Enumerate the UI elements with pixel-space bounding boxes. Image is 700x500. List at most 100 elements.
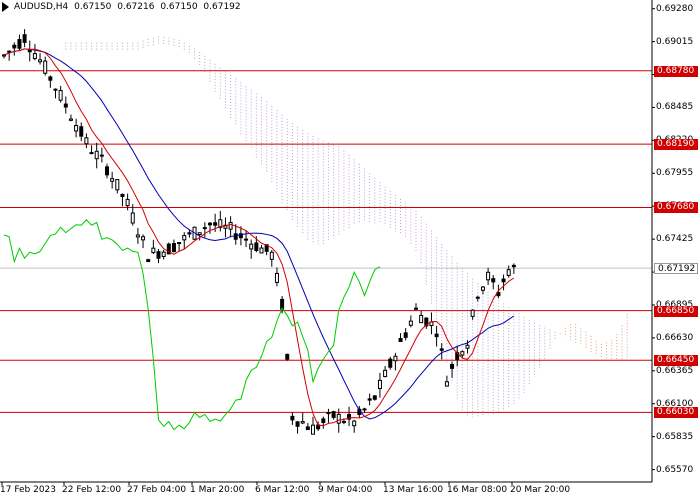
chart-menu-icon[interactable] [2,2,9,12]
candle-body [94,150,99,160]
chart-canvas[interactable] [0,0,700,500]
candle-body [439,348,444,351]
chikou-line [3,219,381,431]
level-price-box: 0.66850 [654,305,698,317]
candle-body [110,178,115,182]
candle-body [130,212,135,224]
candle-body [32,53,37,59]
level-price-box: 0.68780 [654,65,698,77]
price-tick-label: 0.69015 [656,36,694,47]
price-tick-label: 0.65570 [656,464,694,475]
candle-body [367,398,372,401]
candle-body [125,198,130,207]
candle-body [53,88,58,91]
candle-body [285,353,290,360]
tenkan-line [3,48,515,427]
candle-body [2,54,6,57]
candle-body [79,126,84,137]
candle-body [105,166,109,176]
candle-body [197,232,202,235]
candle-body [244,238,249,241]
time-tick-label: 9 Mar 04:00 [318,485,373,495]
candle-body [146,259,151,263]
candle-body [486,271,491,281]
candle-body [331,411,336,418]
candle-body [249,243,254,250]
candle-body [341,420,346,424]
candle-body [27,49,32,53]
symbol-info: AUDUSD,H4 0.67150 0.67216 0.67150 0.6719… [14,2,244,12]
candle-body [58,90,63,101]
candle-body [460,351,465,356]
candle-body [295,421,300,427]
level-price-box: 0.66450 [654,355,698,367]
candle-body [419,314,424,324]
candle-body [470,309,475,317]
candle-body [43,60,48,74]
candle-body [403,332,408,338]
level-price-box: 0.67680 [654,202,698,214]
candle-body [202,227,207,230]
candle-body [362,408,367,411]
candle-body [491,278,496,283]
candle-body [300,421,305,424]
close-value: 0.67192 [203,2,241,12]
ichimoku-lines [3,48,515,431]
candle-body [84,137,89,145]
candle-body [444,381,449,387]
candle-body [208,222,212,226]
candlesticks [2,29,516,435]
candle-body [213,222,218,226]
candle-body [383,369,388,378]
time-tick-label: 13 Mar 16:00 [383,485,444,495]
high-value: 0.67216 [117,2,155,12]
low-value: 0.67150 [160,2,198,12]
candle-body [511,264,516,268]
price-tick-label: 0.69280 [656,3,694,14]
level-price-box: 0.68190 [654,139,698,151]
candle-body [38,59,43,63]
candle-body [398,337,403,342]
candle-body [254,242,259,252]
kijun-line [3,48,515,420]
horizontal-levels[interactable] [0,70,652,413]
price-tick-label: 0.67955 [656,168,694,179]
time-tick-label: 27 Feb 04:00 [127,485,187,495]
time-tick-label: 22 Feb 12:00 [62,485,122,495]
candle-body [22,34,27,43]
candle-body [388,358,393,368]
candle-body [48,76,53,81]
price-tick-label: 0.68485 [656,102,694,113]
candle-body [408,320,413,326]
candle-body [475,296,480,299]
candle-body [290,415,295,421]
candle-body [506,269,511,276]
candle-body [120,193,125,198]
candle-body [393,355,398,362]
candle-body [269,251,274,260]
candle-body [7,50,12,53]
price-tick-label: 0.65835 [656,431,694,442]
candle-body [480,286,485,291]
candle-body [377,379,382,389]
candle-body [501,278,506,283]
candle-body [115,179,120,191]
candle-body [99,154,104,157]
candle-body [187,232,192,235]
candle-body [414,307,418,310]
candle-body [311,424,315,435]
candle-body [74,125,79,132]
candle-body [89,152,94,155]
candle-body [434,333,439,338]
candle-body [141,236,146,241]
candle-body [135,234,140,238]
time-tick-label: 20 Mar 20:00 [510,485,571,495]
time-tick-label: 16 Mar 08:00 [447,485,508,495]
candle-body [326,412,331,415]
candle-body [177,242,182,245]
open-value: 0.67150 [74,2,112,12]
time-tick-label: 1 Mar 20:00 [190,485,245,495]
candle-body [63,103,68,108]
candle-body [12,44,17,49]
candle-body [17,39,22,49]
